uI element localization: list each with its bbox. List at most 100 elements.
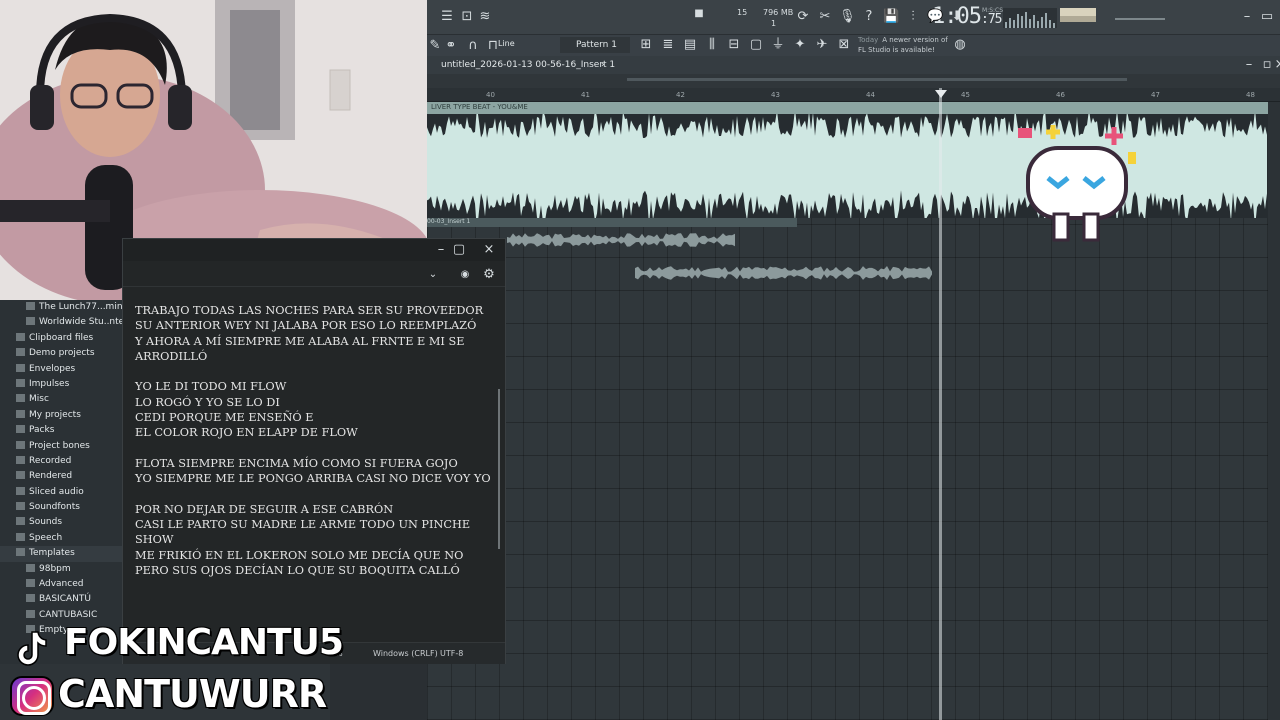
notepad-maximize-icon[interactable]: ▢ xyxy=(451,242,467,258)
notepad-scrollbar[interactable] xyxy=(498,389,500,549)
browser-item[interactable]: Envelopes xyxy=(0,362,124,377)
news-panel[interactable]: Today A newer version of FL Studio is ava… xyxy=(858,35,948,55)
browser-item-label: 98bpm xyxy=(39,563,71,574)
folder-icon xyxy=(16,532,25,541)
microphone-icon[interactable]: 🎙 xyxy=(839,9,856,25)
folder-icon xyxy=(16,363,25,372)
browser-item[interactable]: Project bones xyxy=(0,439,124,454)
browser-item[interactable]: Advanced xyxy=(0,577,124,592)
chat-icon[interactable]: 💬 xyxy=(927,9,943,25)
tools-icon[interactable]: ✦ xyxy=(792,37,808,53)
lyric-line: SHOW xyxy=(135,533,174,547)
notepad-text-area[interactable]: TRABAJO TODAS LAS NOCHES PARA SER SU PRO… xyxy=(135,303,491,578)
channel-rack-icon[interactable]: ▤ xyxy=(682,37,698,53)
audio-clip-label: LIVER TYPE BEAT - YOU&ME xyxy=(431,103,528,111)
save-icon[interactable]: 💾 xyxy=(883,9,899,25)
plugin-icon[interactable]: ⏚ xyxy=(770,37,786,53)
lyric-line: LO ROGÓ Y YO SE LO DI xyxy=(135,395,280,409)
browser-item-label: Misc xyxy=(29,394,49,405)
menu-icon[interactable]: ☰ xyxy=(439,9,455,25)
playlist-icon[interactable]: ≣ xyxy=(660,37,676,53)
lyric-line: ARRODILLÓ xyxy=(135,349,208,363)
shop-icon[interactable]: ✈ xyxy=(814,37,830,53)
playlist-vertical-scrollbar[interactable] xyxy=(1268,102,1280,720)
mixer-icon[interactable]: ⫼ xyxy=(704,37,720,53)
download-icon[interactable]: ⬇ xyxy=(949,9,965,25)
scrollbar-thumb[interactable] xyxy=(627,78,1127,81)
browser-item[interactable]: Sliced audio xyxy=(0,485,124,500)
piano-roll-icon[interactable]: ⊟ xyxy=(726,37,742,53)
audio-clip-waveform[interactable] xyxy=(427,114,1268,218)
insert-clip-label: 00-03_Insert 1 xyxy=(427,218,471,225)
pattern-add-icon[interactable]: ⊞ xyxy=(638,37,654,53)
browser-item[interactable]: CANTUBASIC xyxy=(0,608,124,623)
snap-icon[interactable]: ∩ xyxy=(465,38,481,54)
cart-icon[interactable]: ⊠ xyxy=(836,37,852,53)
pencil-icon[interactable]: ✎ xyxy=(427,38,443,54)
browser-item-label: Demo projects xyxy=(29,348,95,359)
master-pitch-panel[interactable] xyxy=(1060,16,1096,22)
main-volume-slider[interactable] xyxy=(1115,18,1165,20)
bar-number: 48 xyxy=(1246,91,1255,99)
browser-item[interactable]: Impulses xyxy=(0,377,124,392)
notepad-account-icon[interactable]: ◉ xyxy=(457,267,473,283)
undo-history-icon[interactable]: ⟳ xyxy=(795,9,811,25)
pattern-selector[interactable]: Pattern 1 xyxy=(560,37,630,53)
browser-item[interactable]: BASICANTÚ xyxy=(0,592,124,607)
browser-item[interactable]: Worldwide Stu..nters B xyxy=(0,315,124,330)
snap-mode-select[interactable]: Line xyxy=(498,39,515,48)
browser-item[interactable]: My projects xyxy=(0,408,124,423)
bar-number: 40 xyxy=(486,91,495,99)
tiktok-handle: FOKINCANTU5 xyxy=(64,622,344,663)
notepad-close-icon[interactable]: × xyxy=(481,242,497,258)
browser-item-label: Worldwide Stu..nters B xyxy=(39,317,124,328)
folder-icon xyxy=(26,563,35,572)
cut-icon[interactable]: ✂ xyxy=(817,9,833,25)
browser-item[interactable]: 98bpm xyxy=(0,562,124,577)
folder-icon xyxy=(26,317,35,326)
browser-icon[interactable]: ▢ xyxy=(748,37,764,53)
pattern-song-icon[interactable]: ≋ xyxy=(477,9,493,25)
help-icon[interactable]: ? xyxy=(861,9,877,25)
stop-icon[interactable]: ■ xyxy=(691,6,707,22)
browser-item[interactable]: Clipboard files xyxy=(0,331,124,346)
playlist-minimize-icon[interactable]: – xyxy=(1241,57,1257,73)
browser-item[interactable]: Speech xyxy=(0,531,124,546)
notepad-dropdown-icon[interactable]: ⌄ xyxy=(425,267,441,283)
browser-item[interactable]: The Lunch77...min Dr xyxy=(0,300,124,315)
browser-item[interactable]: Rendered xyxy=(0,469,124,484)
notepad-settings-icon[interactable]: ⚙ xyxy=(481,267,497,283)
playlist-track-grid[interactable] xyxy=(427,218,1280,720)
playlist-overview-scrollbar[interactable] xyxy=(427,74,1280,88)
browser-item[interactable]: Soundfonts xyxy=(0,500,124,515)
globe-icon[interactable]: ◍ xyxy=(952,37,968,53)
audio-clip-header[interactable]: LIVER TYPE BEAT - YOU&ME xyxy=(427,102,1268,114)
browser-item[interactable]: Sounds xyxy=(0,515,124,530)
notepad-minimize-icon[interactable]: – xyxy=(433,242,449,258)
playhead-marker[interactable] xyxy=(935,90,947,98)
lyric-line: SU ANTERIOR WEY NI JALABA POR ESO LO REE… xyxy=(135,319,477,333)
maximize-icon[interactable]: ▭ xyxy=(1259,9,1275,25)
mixer-toggle-icon[interactable]: ⫶ xyxy=(905,9,921,25)
playlist-close-icon[interactable]: × xyxy=(1272,57,1280,73)
insert-clip-header[interactable]: 00-03_Insert 1 xyxy=(427,218,797,227)
link-icon[interactable]: ⚭ xyxy=(443,38,459,54)
hint-icon[interactable]: ⊡ xyxy=(459,9,475,25)
timeline-ruler[interactable]: 40 41 42 43 44 45 46 47 48 xyxy=(427,88,1280,102)
lyric-line: CASI LE PARTO SU MADRE LE ARME TODO UN P… xyxy=(135,518,471,532)
browser-item-label: BASICANTÚ xyxy=(39,594,91,605)
secondary-toolbar: ✎ ⚭ ∩ ⊓ xyxy=(427,34,1280,56)
browser-item[interactable]: Recorded xyxy=(0,454,124,469)
browser-item[interactable]: Templates xyxy=(0,546,124,562)
oscilloscope xyxy=(1003,8,1057,28)
browser-item[interactable]: Demo projects xyxy=(0,346,124,361)
browser-item[interactable]: Packs xyxy=(0,423,124,438)
folder-icon xyxy=(16,502,25,511)
bar-number: 45 xyxy=(961,91,970,99)
instagram-logo-icon xyxy=(10,676,54,716)
browser-item-label: Sliced audio xyxy=(29,486,84,497)
minimize-icon[interactable]: – xyxy=(1239,9,1255,25)
browser-item[interactable]: Misc xyxy=(0,392,124,407)
lyric-line: POR NO DEJAR DE SEGUIR A ESE CABRÓN xyxy=(135,502,394,516)
